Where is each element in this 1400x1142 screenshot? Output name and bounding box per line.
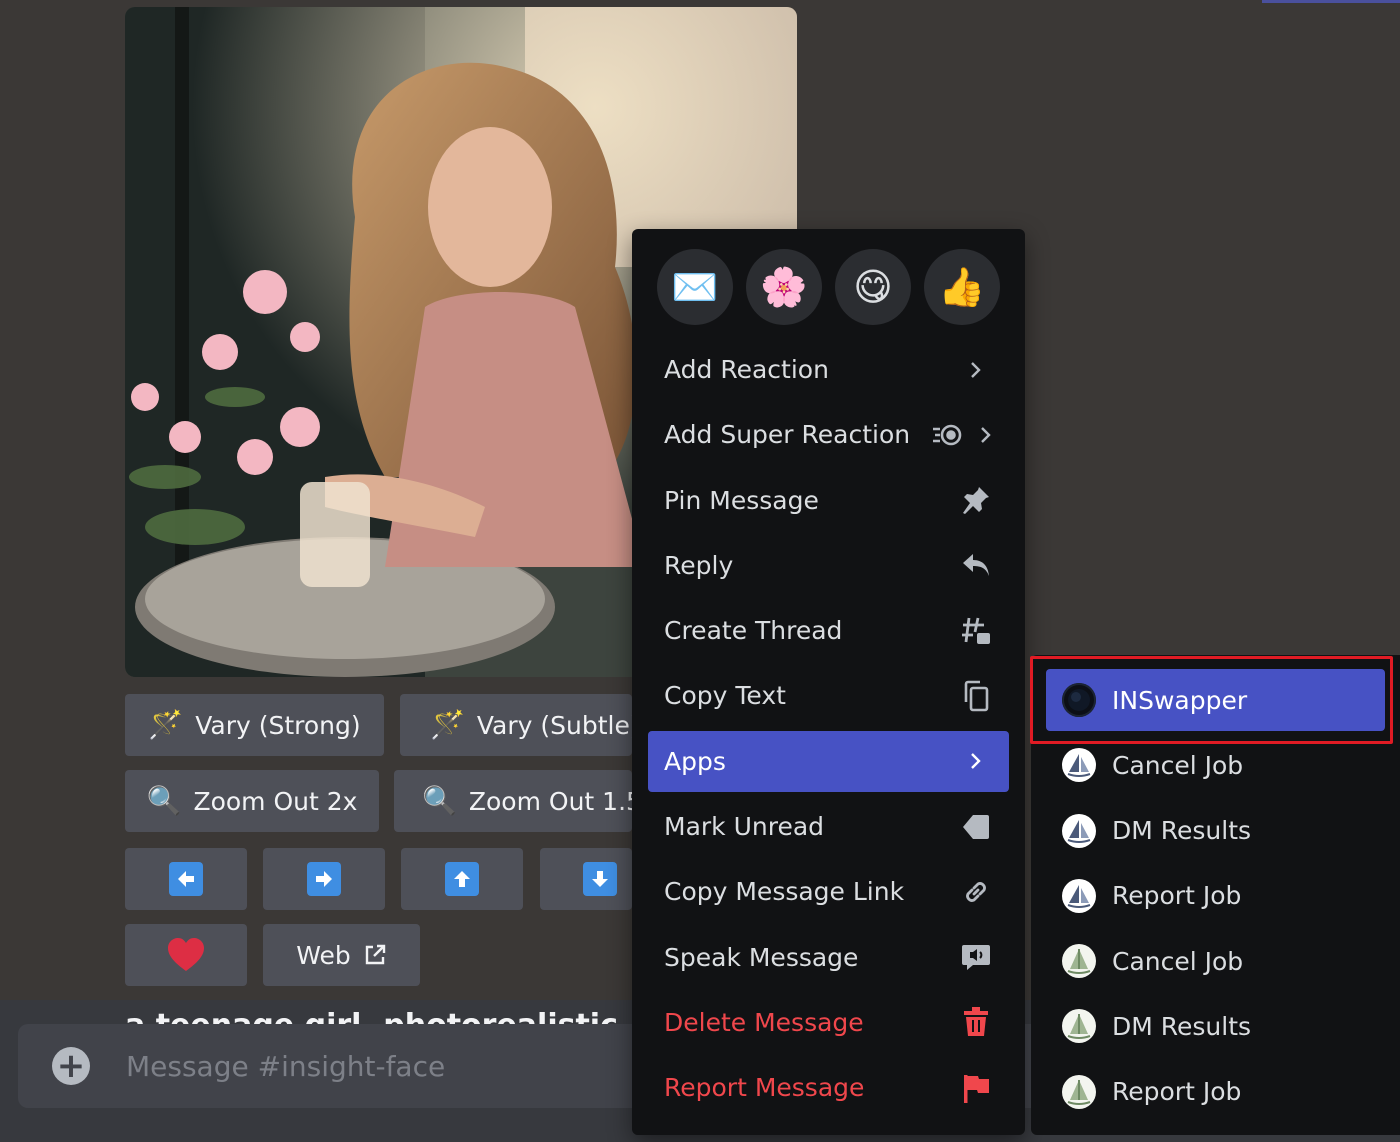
quick-reactions: ✉️ 🌸 😋 👍: [648, 249, 1009, 325]
message-input[interactable]: Message #insight-face: [126, 1050, 445, 1083]
app-item-report-job-midjourney[interactable]: Report Job: [1046, 865, 1385, 927]
reply-icon: [959, 548, 993, 582]
app-item-dm-results-niji[interactable]: DM Results: [1046, 995, 1385, 1057]
vary-subtle-label: Vary (Subtle): [476, 710, 632, 740]
quick-reaction-envelope[interactable]: ✉️: [657, 249, 733, 325]
link-icon: [959, 875, 993, 909]
quick-reaction-yum[interactable]: 😋: [835, 249, 911, 325]
web-button[interactable]: Web: [263, 924, 420, 986]
menu-item-apps[interactable]: Apps: [648, 730, 1009, 792]
menu-item-report-message[interactable]: Report Message: [648, 1057, 1009, 1118]
zoom-out-2x-button[interactable]: 🔍 Zoom Out 2x: [125, 770, 379, 832]
apps-submenu: INSwapper Cancel Job DM Results Report J…: [1031, 655, 1400, 1135]
mark-unread-icon: [959, 810, 993, 844]
arrow-left-icon: [169, 862, 203, 896]
menu-item-copy-message-link[interactable]: Copy Message Link: [648, 861, 1009, 922]
menu-item-label: Add Reaction: [664, 355, 829, 384]
pan-right-button[interactable]: [263, 848, 385, 910]
chevron-right-icon: [959, 353, 993, 387]
app-item-label: DM Results: [1112, 816, 1252, 846]
nijijourney-avatar-icon: [1062, 944, 1096, 979]
app-item-label: DM Results: [1112, 1011, 1252, 1041]
cherry-blossom-icon: 🌸: [760, 265, 808, 309]
menu-item-copy-text[interactable]: Copy Text: [648, 665, 1009, 726]
external-link-icon: [365, 944, 385, 965]
yum-face-icon: 😋: [853, 265, 893, 309]
magic-wand-icon: 🪄: [430, 708, 465, 741]
midjourney-avatar-icon: [1062, 878, 1096, 913]
vary-strong-label: Vary (Strong): [195, 710, 361, 740]
menu-item-label: Report Message: [664, 1073, 865, 1103]
menu-item-delete-message[interactable]: Delete Message: [648, 992, 1009, 1053]
midjourney-avatar-icon: [1062, 813, 1096, 848]
menu-item-pin-message[interactable]: Pin Message: [648, 470, 1009, 531]
top-accent-bar: [1262, 0, 1400, 3]
copy-icon: [959, 679, 993, 713]
arrow-down-icon: [583, 862, 617, 896]
menu-item-mark-unread[interactable]: Mark Unread: [648, 796, 1009, 857]
menu-item-reply[interactable]: Reply: [648, 535, 1009, 596]
flag-icon: [959, 1071, 993, 1105]
thread-icon: [959, 614, 993, 648]
pan-left-button[interactable]: [125, 848, 247, 910]
menu-item-label: Copy Message Link: [664, 877, 905, 907]
magnifier-icon: 🔍: [422, 784, 457, 817]
menu-item-label: Add Super Reaction: [664, 420, 911, 450]
arrow-up-icon: [445, 862, 479, 896]
thumbs-up-icon: 👍: [938, 265, 986, 309]
vary-subtle-button[interactable]: 🪄 Vary (Subtle): [400, 694, 632, 756]
pin-icon: [959, 483, 993, 517]
app-item-label: Cancel Job: [1112, 946, 1244, 976]
web-label: Web: [296, 940, 351, 970]
menu-item-label: Create Thread: [664, 616, 843, 646]
favorite-button[interactable]: [125, 924, 247, 986]
app-item-report-job-niji[interactable]: Report Job: [1046, 1061, 1385, 1123]
menu-item-speak-message[interactable]: Speak Message: [648, 927, 1009, 988]
chevron-right-icon: [979, 418, 993, 452]
arrow-right-icon: [307, 862, 341, 896]
speaker-icon: [959, 940, 993, 974]
menu-item-create-thread[interactable]: Create Thread: [648, 600, 1009, 661]
quick-reaction-cherry-blossom[interactable]: 🌸: [746, 249, 822, 325]
zoom-out-1-5x-label: Zoom Out 1.5x: [468, 786, 632, 816]
app-item-label: INSwapper: [1112, 685, 1248, 715]
menu-item-label: Speak Message: [664, 942, 859, 972]
app-item-cancel-job-niji[interactable]: Cancel Job: [1046, 930, 1385, 992]
message-caption: a teenage girl, photorealistic shot, sit…: [125, 1008, 618, 1026]
zoom-out-1-5x-button[interactable]: 🔍 Zoom Out 1.5x: [394, 770, 632, 832]
super-reaction-icon: [933, 424, 962, 446]
menu-item-label: Delete Message: [664, 1007, 864, 1037]
trash-icon: [959, 1005, 993, 1039]
vary-strong-button[interactable]: 🪄 Vary (Strong): [125, 694, 384, 756]
pan-up-button[interactable]: [401, 848, 523, 910]
app-item-cancel-job-midjourney[interactable]: Cancel Job: [1046, 734, 1385, 796]
app-item-inswapper[interactable]: INSwapper: [1046, 669, 1385, 731]
pan-down-button[interactable]: [540, 848, 632, 910]
menu-item-label: Copy Text: [664, 681, 786, 711]
quick-reaction-thumbs-up[interactable]: 👍: [924, 249, 1000, 325]
app-item-label: Report Job: [1112, 881, 1242, 911]
heart-icon: [168, 938, 204, 971]
app-item-dm-results-midjourney[interactable]: DM Results: [1046, 800, 1385, 862]
message-context-menu: ✉️ 🌸 😋 👍 Add Reaction Add Super Reaction: [632, 229, 1025, 1135]
magnifier-icon: 🔍: [146, 784, 182, 817]
envelope-icon: ✉️: [671, 265, 719, 309]
app-item-label: Report Job: [1112, 1077, 1242, 1107]
nijijourney-avatar-icon: [1062, 1009, 1096, 1044]
menu-item-label: Reply: [664, 550, 734, 580]
nijijourney-avatar-icon: [1062, 1074, 1096, 1109]
menu-item-label: Pin Message: [664, 485, 819, 515]
menu-item-add-super-reaction[interactable]: Add Super Reaction: [648, 404, 1009, 465]
magic-wand-icon: 🪄: [148, 708, 184, 741]
add-attachment-icon[interactable]: +: [52, 1047, 90, 1085]
midjourney-avatar-icon: [1062, 748, 1096, 783]
zoom-out-2x-label: Zoom Out 2x: [193, 786, 358, 816]
menu-item-label: Mark Unread: [664, 812, 825, 842]
chevron-right-icon: [959, 744, 993, 778]
menu-item-add-reaction[interactable]: Add Reaction: [648, 339, 1009, 400]
inswapper-avatar-icon: [1062, 683, 1096, 717]
menu-item-label: Apps: [664, 746, 726, 776]
app-item-label: Cancel Job: [1112, 750, 1244, 780]
